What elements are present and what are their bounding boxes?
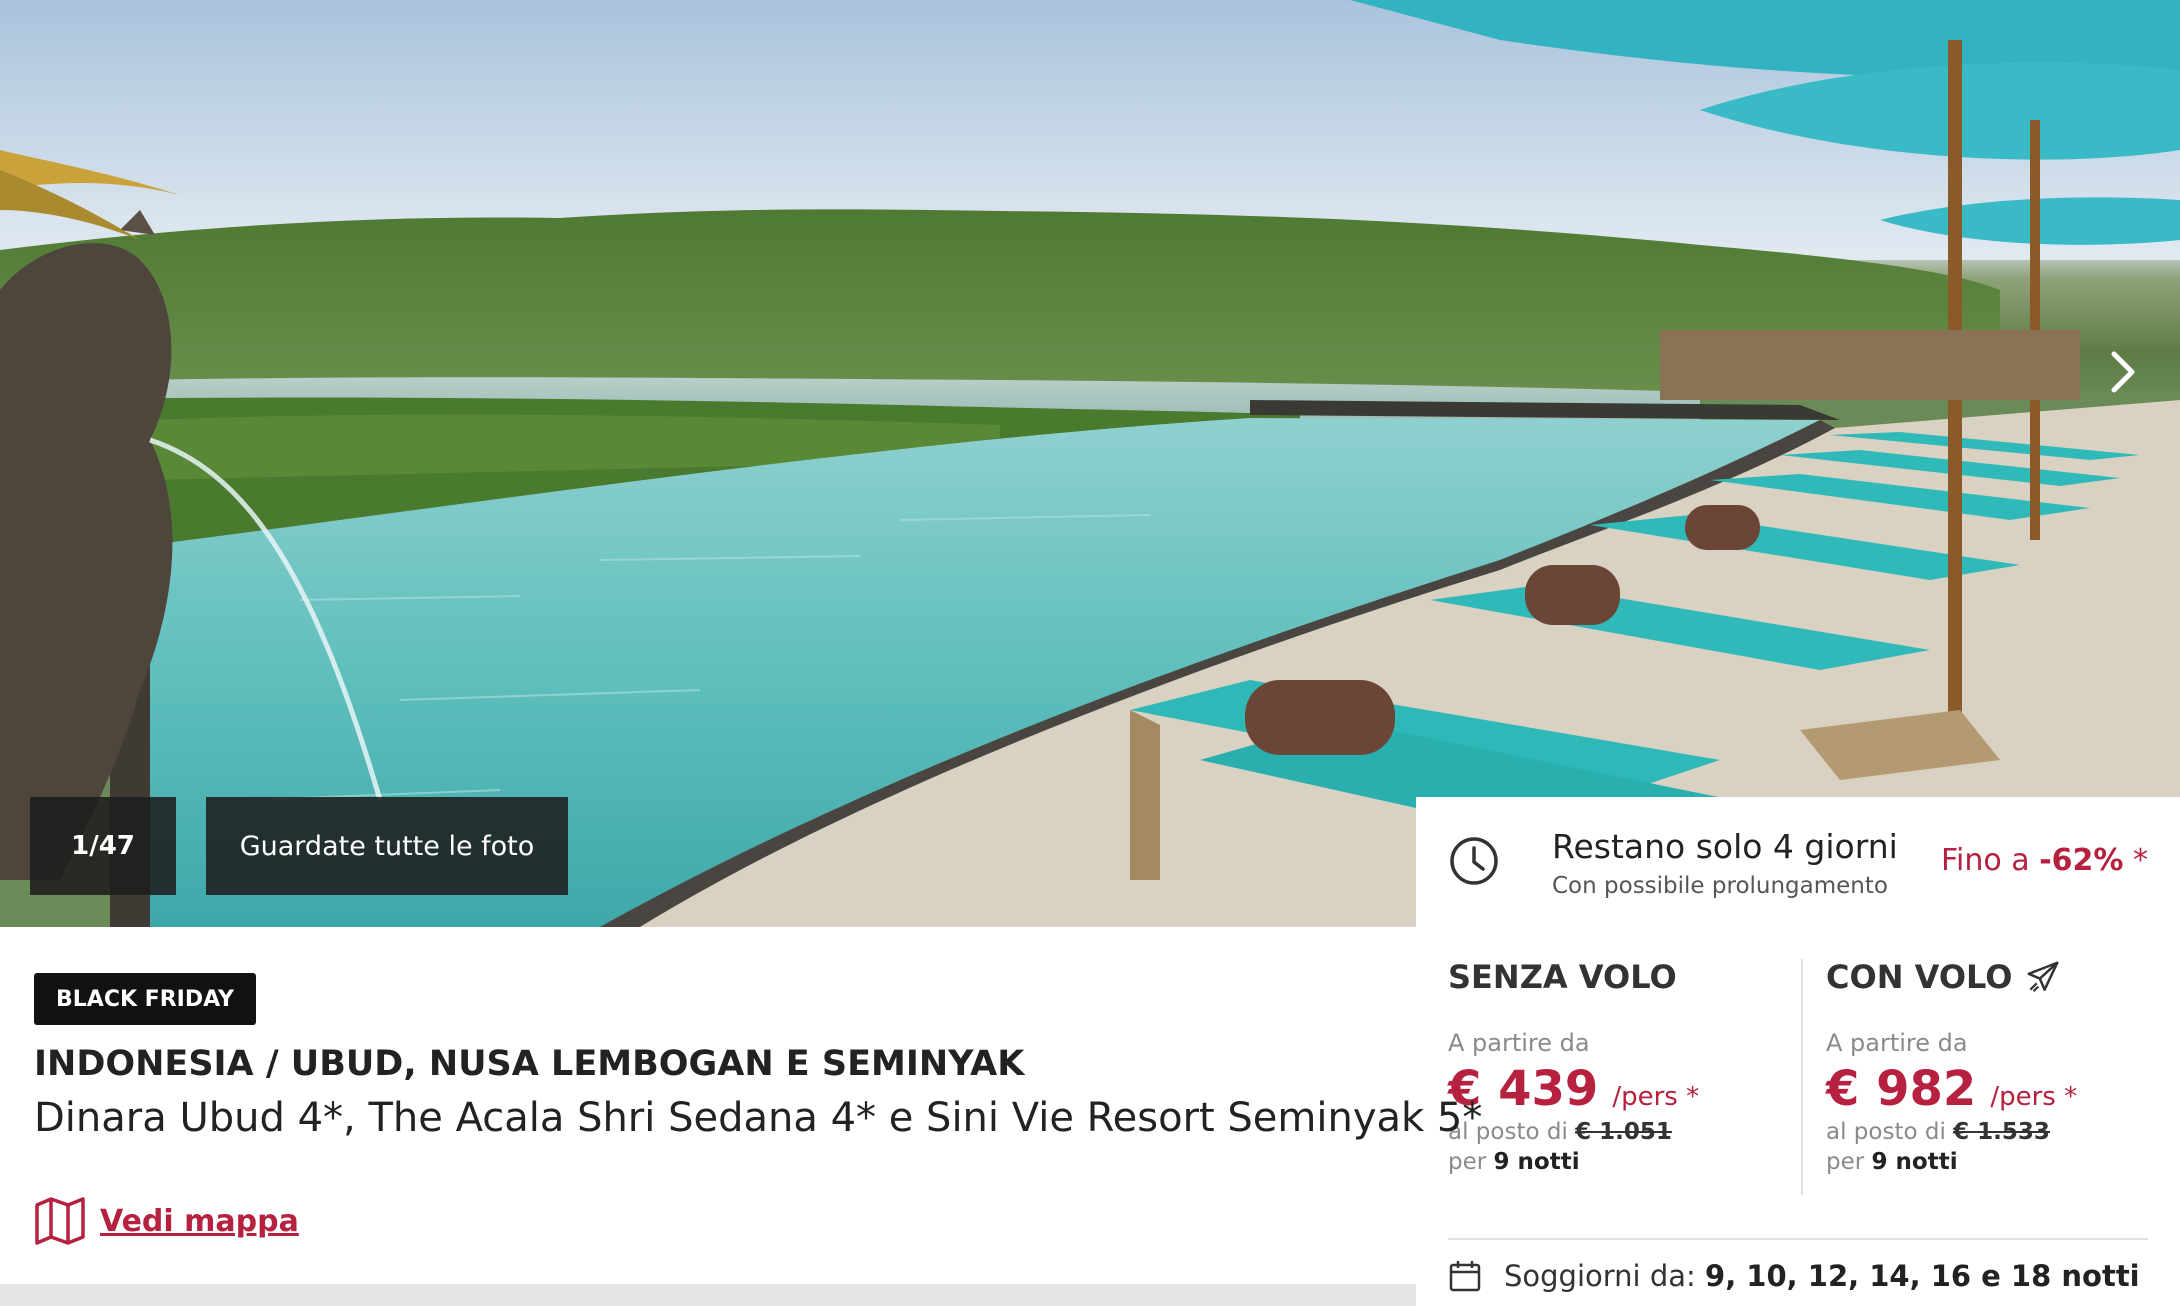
old-price: € 1.051 <box>1575 1119 1672 1145</box>
chevron-right-icon <box>2111 351 2135 393</box>
nights-line: per 9 notti <box>1826 1149 2156 1175</box>
per-label: per <box>1826 1149 1865 1175</box>
next-card-edge <box>0 1284 1416 1306</box>
discount-value: -62% <box>2039 843 2124 878</box>
price-per: /pers * <box>1990 1082 2078 1112</box>
stays-label: Soggiorni da: <box>1504 1259 1696 1293</box>
nights-value: 9 notti <box>1871 1149 1958 1175</box>
price-value: € 982 <box>1826 1061 1977 1117</box>
photo-counter: 1/47 <box>30 797 176 895</box>
option-title: SENZA VOLO <box>1448 958 1677 996</box>
price-option-with-flight[interactable]: CON VOLO A partire da € 982 /pers * al p… <box>1826 957 2156 1175</box>
nights-value: 9 notti <box>1493 1149 1580 1175</box>
hotels-subtitle: Dinara Ubud 4*, The Acala Shri Sedana 4*… <box>34 1095 1483 1141</box>
stays-values: 9, 10, 12, 14, 16 e 18 notti <box>1705 1259 2140 1293</box>
map-icon <box>35 1197 85 1245</box>
from-label: A partire da <box>1448 1029 1590 1057</box>
countdown: Restano solo 4 giorni Con possibile prol… <box>1448 827 2148 907</box>
countdown-subtitle: Con possibile prolungamento <box>1552 873 1888 899</box>
discount-label: Fino a -62% * <box>1941 843 2148 878</box>
resort-pool-image <box>0 0 2180 927</box>
old-price-line: al posto di € 1.051 <box>1448 1119 1778 1145</box>
nights-line: per 9 notti <box>1448 1149 1778 1175</box>
destination-title: INDONESIA / UBUD, NUSA LEMBOGAN E SEMINY… <box>34 1044 1025 1084</box>
clock-icon <box>1450 837 1498 885</box>
price-option-without-flight[interactable]: SENZA VOLO A partire da € 439 /pers * al… <box>1448 957 1778 1175</box>
price-panel: Restano solo 4 giorni Con possibile prol… <box>1416 797 2180 1306</box>
column-divider <box>1801 959 1803 1195</box>
hero-photo[interactable]: 1/47 Guardate tutte le foto <box>0 0 2180 927</box>
price-line: € 982 /pers * <box>1826 1061 2156 1117</box>
old-price: € 1.533 <box>1953 1119 2050 1145</box>
view-map-label[interactable]: Vedi mappa <box>100 1204 299 1239</box>
view-all-photos-button[interactable]: Guardate tutte le foto <box>206 797 568 895</box>
discount-suffix: * <box>2133 843 2148 878</box>
black-friday-badge: BLACK FRIDAY <box>34 973 256 1025</box>
price-per: /pers * <box>1612 1082 1700 1112</box>
view-map-link[interactable]: Vedi mappa <box>34 1196 299 1246</box>
price-line: € 439 /pers * <box>1448 1061 1778 1117</box>
instead-label: al posto di <box>1826 1119 1946 1145</box>
divider <box>1448 1238 2148 1240</box>
option-title-row: CON VOLO <box>1826 957 2156 997</box>
discount-prefix: Fino a <box>1940 843 2030 878</box>
per-label: per <box>1448 1149 1487 1175</box>
from-label: A partire da <box>1826 1029 1968 1057</box>
airplane-icon <box>2027 961 2059 993</box>
countdown-title: Restano solo 4 giorni <box>1552 827 1898 866</box>
old-price-line: al posto di € 1.533 <box>1826 1119 2156 1145</box>
next-photo-button[interactable] <box>2108 350 2168 410</box>
calendar-icon <box>1449 1261 1481 1292</box>
stay-durations: Soggiorni da: 9, 10, 12, 14, 16 e 18 not… <box>1448 1259 2140 1293</box>
option-title: CON VOLO <box>1826 958 2013 996</box>
